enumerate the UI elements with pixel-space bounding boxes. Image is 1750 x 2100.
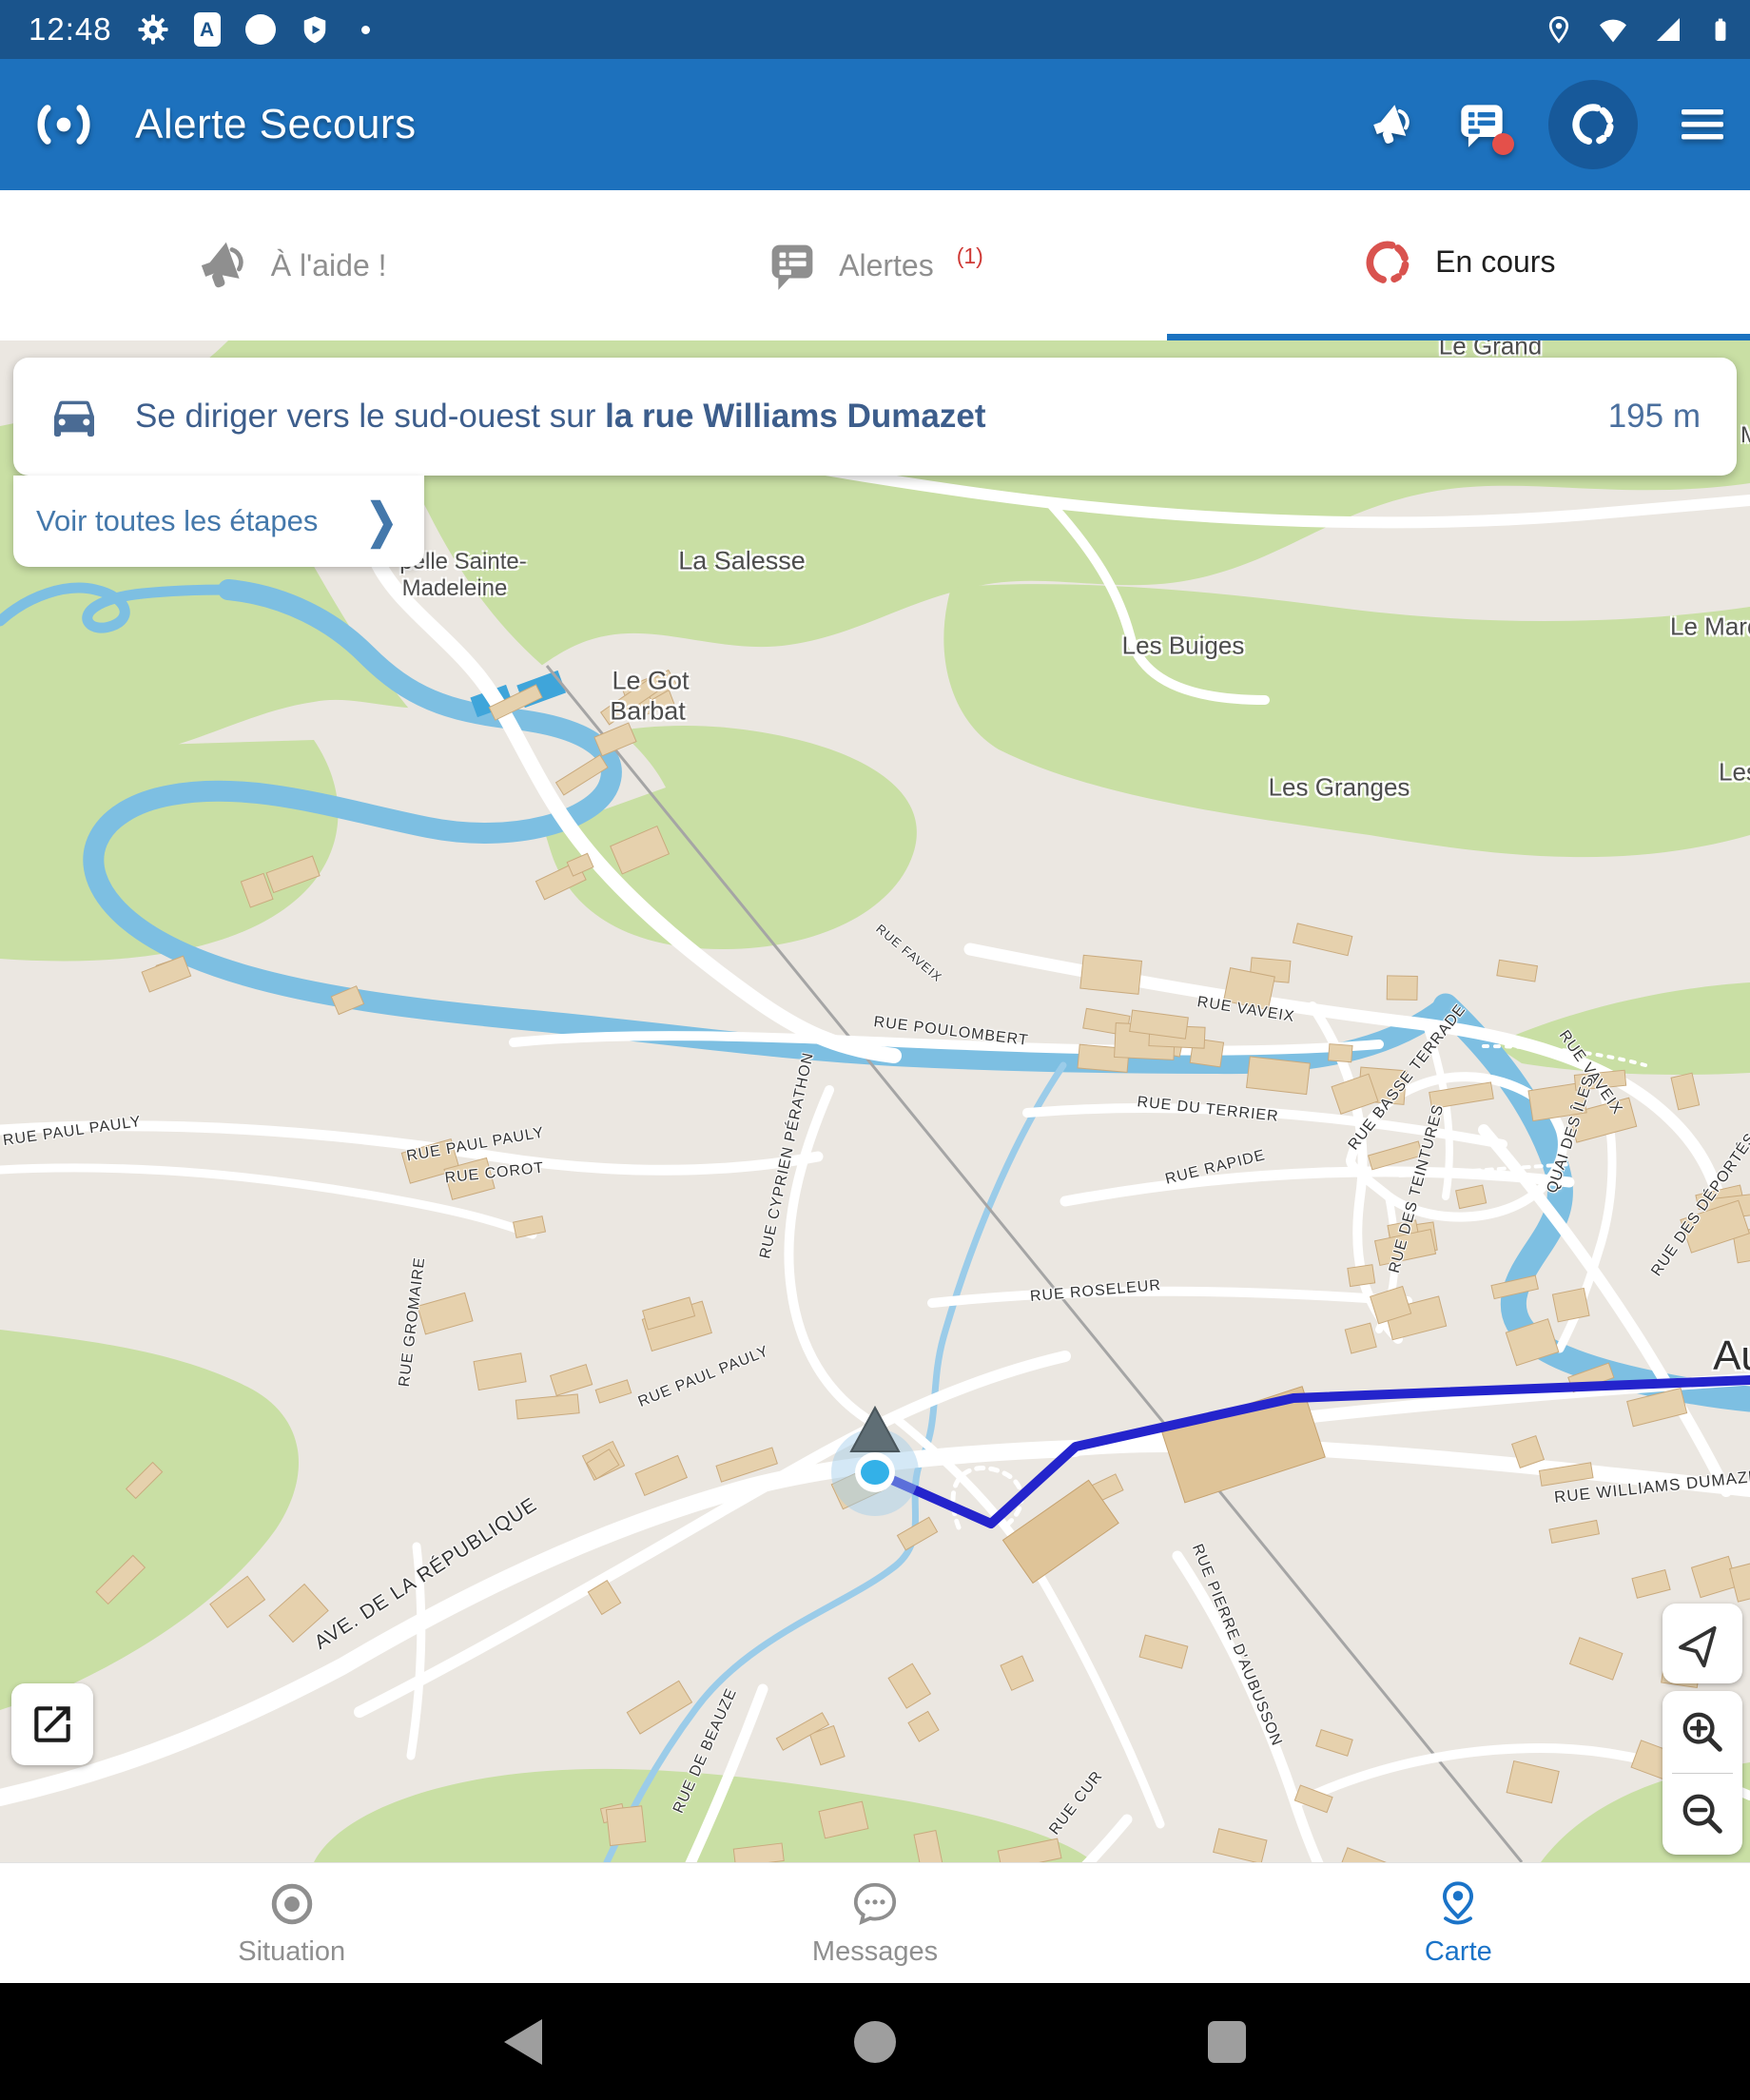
map-tiles	[0, 340, 1750, 1862]
home-circle-icon	[854, 2021, 896, 2063]
clock: 12:48	[29, 11, 112, 48]
android-nav-bar	[0, 1983, 1750, 2100]
status-dot-icon	[361, 26, 370, 34]
map-place-label: Le Got	[612, 667, 689, 696]
alert-count-badge: (1)	[957, 243, 983, 269]
nav-label: Carte	[1425, 1936, 1492, 1968]
nav-label: Messages	[812, 1936, 938, 1968]
map-place-label: Madeleine	[402, 575, 508, 602]
map-place-label: Barbat	[610, 697, 686, 727]
megaphone-icon	[1370, 102, 1415, 147]
instruction-street: la rue Williams Dumazet	[605, 398, 985, 435]
tab-a-laide[interactable]: À l'aide !	[0, 190, 583, 340]
hamburger-icon	[1680, 106, 1725, 144]
battery-icon	[1708, 13, 1733, 46]
progress-circle-icon	[1361, 236, 1414, 289]
map-place-label: Les Buiges	[1122, 632, 1245, 661]
app-screen: 12:48 A	[0, 0, 1750, 2100]
navigation-instruction-card: Se diriger vers le sud-ouest sur la rue …	[13, 358, 1737, 476]
app-bar: Alerte Secours	[0, 59, 1750, 190]
shield-play-icon	[301, 13, 329, 46]
tab-alertes[interactable]: Alertes (1)	[583, 190, 1166, 340]
zoom-control	[1662, 1691, 1742, 1855]
wifi-icon	[1598, 13, 1628, 46]
tab-label: À l'aide !	[271, 248, 387, 283]
spinner-icon	[1567, 99, 1619, 150]
tab-label: Alertes	[839, 248, 934, 283]
map-place-label: M	[1740, 422, 1750, 449]
car-icon	[48, 390, 101, 443]
nav-item-carte[interactable]: Carte	[1167, 1863, 1750, 1983]
fullscreen-button[interactable]	[11, 1683, 93, 1765]
back-button[interactable]	[485, 2004, 561, 2080]
recents-square-icon	[1208, 2021, 1246, 2063]
announce-button[interactable]	[1370, 102, 1415, 147]
navigation-arrow-icon	[1678, 1619, 1727, 1668]
nav-label: Situation	[238, 1936, 345, 1968]
nav-item-messages[interactable]: Messages	[583, 1863, 1166, 1983]
situation-target-icon	[267, 1879, 317, 1929]
all-steps-button[interactable]: Voir toutes les étapes ❯	[13, 476, 424, 567]
all-steps-label: Voir toutes les étapes	[36, 504, 365, 538]
messages-bubble-icon	[850, 1879, 900, 1929]
instruction-text: Se diriger vers le sud-ouest sur la rue …	[135, 398, 1608, 436]
home-button[interactable]	[837, 2004, 913, 2080]
chevron-right-icon: ❯	[365, 494, 398, 549]
nav-item-situation[interactable]: Situation	[0, 1863, 583, 1983]
map-place-label: Les	[1719, 758, 1750, 788]
unread-badge-dot	[1492, 133, 1514, 155]
map-place-label: Au	[1713, 1332, 1750, 1380]
zoom-out-button[interactable]	[1662, 1774, 1742, 1856]
status-bar: 12:48 A	[0, 0, 1750, 59]
map-canvas[interactable]: Le Grand La Salesse pelle Sainte- Madele…	[0, 340, 1750, 1862]
location-active-icon	[1545, 13, 1573, 46]
settings-gear-icon	[137, 13, 169, 46]
signal-icon	[1653, 13, 1683, 46]
tab-bar: À l'aide ! Alertes (1) En cours	[0, 190, 1750, 340]
zoom-in-icon	[1678, 1707, 1727, 1757]
auto-translate-icon: A	[194, 12, 221, 47]
tab-label: En cours	[1435, 244, 1555, 280]
messages-button[interactable]	[1457, 100, 1507, 149]
map-place-label: Les Granges	[1269, 773, 1410, 803]
bottom-nav-bar: Situation Messages Carte	[0, 1862, 1750, 1983]
menu-button[interactable]	[1680, 106, 1725, 144]
recents-button[interactable]	[1189, 2004, 1265, 2080]
alert-list-icon	[767, 240, 818, 291]
sync-button[interactable]	[1548, 80, 1638, 169]
map-place-label: Le Marc	[1670, 612, 1750, 642]
map-pin-icon	[1433, 1879, 1483, 1929]
instruction-prefix: Se diriger vers le sud-ouest sur	[135, 398, 605, 435]
app-title: Alerte Secours	[135, 101, 417, 148]
megaphone-icon	[197, 239, 250, 292]
distance-value: 195 m	[1608, 398, 1701, 436]
back-triangle-icon	[504, 2019, 542, 2065]
notification-circle-icon	[245, 14, 276, 45]
locate-me-button[interactable]	[1662, 1604, 1742, 1683]
tab-en-cours[interactable]: En cours	[1167, 190, 1750, 340]
zoom-in-button[interactable]	[1662, 1691, 1742, 1773]
zoom-out-icon	[1678, 1789, 1727, 1838]
open-external-icon	[29, 1701, 76, 1748]
app-logo-radio-icon	[34, 101, 93, 148]
map-place-label: La Salesse	[678, 547, 806, 576]
